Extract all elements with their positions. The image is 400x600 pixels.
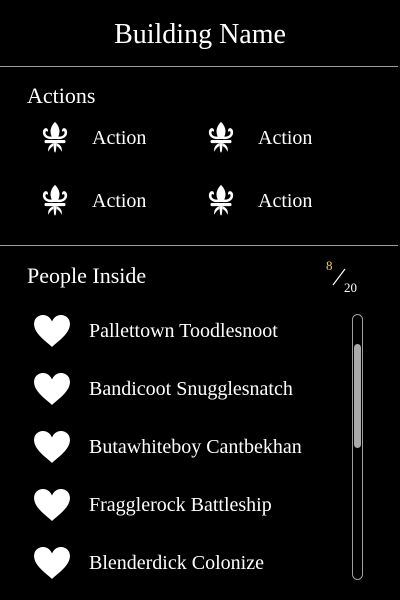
people-list[interactable]: Pallettown Toodlesnoot Bandicoot Snuggle… xyxy=(0,300,345,600)
scrollbar-thumb[interactable] xyxy=(354,344,361,448)
occupancy-count: 8 20 xyxy=(324,256,364,298)
person-name: Bandicoot Snugglesnatch xyxy=(89,378,293,400)
fleur-de-lis-icon xyxy=(42,121,68,153)
list-item[interactable]: Blenderdick Colonize xyxy=(0,534,345,586)
divider-top xyxy=(0,66,398,67)
action-label: Action xyxy=(258,190,313,212)
divider-middle xyxy=(0,245,398,246)
person-name: Butawhiteboy Cantbekhan xyxy=(89,436,302,458)
action-label: Action xyxy=(92,190,147,212)
action-label: Action xyxy=(92,127,147,149)
list-item[interactable]: Fragglerock Battleship xyxy=(0,476,345,528)
page-title: Building Name xyxy=(114,19,286,50)
list-item[interactable]: Butawhiteboy Cantbekhan xyxy=(0,418,345,470)
fleur-de-lis-icon xyxy=(208,121,234,153)
action-button-1[interactable]: Action xyxy=(30,118,190,162)
fleur-de-lis-icon xyxy=(42,184,68,216)
people-inside-heading: People Inside xyxy=(27,263,147,288)
list-item[interactable]: Bandicoot Snugglesnatch xyxy=(0,360,345,412)
heart-icon xyxy=(34,430,70,464)
occupancy-capacity: 20 xyxy=(344,280,357,295)
action-button-3[interactable]: Action xyxy=(30,181,190,225)
fleur-de-lis-icon xyxy=(208,184,234,216)
heart-icon xyxy=(34,372,70,406)
heart-icon xyxy=(34,314,70,348)
person-name: Pallettown Toodlesnoot xyxy=(89,320,278,342)
person-name: Fragglerock Battleship xyxy=(89,494,272,516)
actions-heading: Actions xyxy=(27,83,96,108)
heart-icon xyxy=(34,546,70,580)
action-label: Action xyxy=(258,127,313,149)
action-button-2[interactable]: Action xyxy=(196,118,356,162)
people-scrollbar[interactable] xyxy=(352,314,363,580)
list-item[interactable]: Pallettown Toodlesnoot xyxy=(0,302,345,354)
heart-icon xyxy=(34,488,70,522)
person-name: Blenderdick Colonize xyxy=(89,552,264,574)
action-button-4[interactable]: Action xyxy=(196,181,356,225)
